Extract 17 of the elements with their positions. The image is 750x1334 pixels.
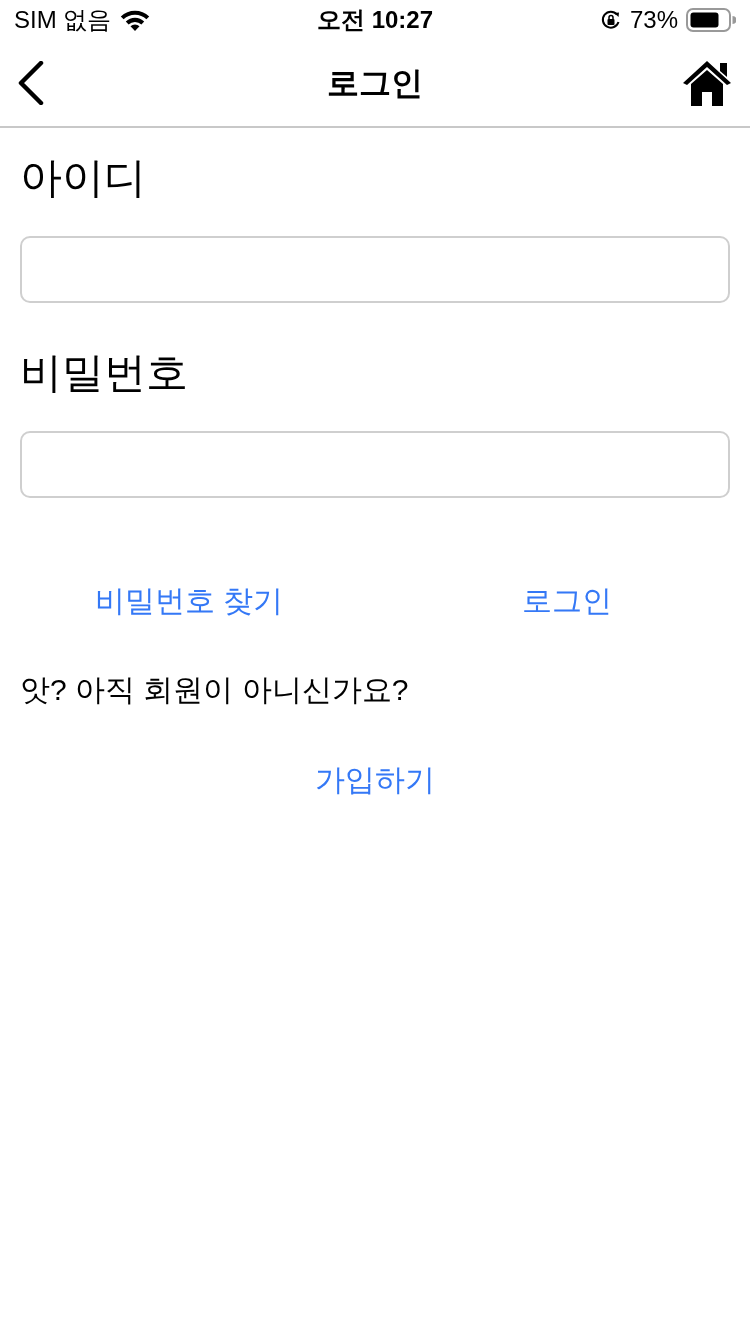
- carrier-label: SIM 없음: [14, 5, 112, 35]
- back-chevron-icon[interactable]: [18, 61, 44, 105]
- rotation-lock-icon: [599, 9, 622, 31]
- wifi-icon: [119, 8, 152, 32]
- battery-percentage: 73%: [629, 5, 678, 35]
- find-password-link[interactable]: 비밀번호 찾기: [95, 577, 284, 623]
- login-button[interactable]: 로그인: [522, 577, 612, 623]
- field-label: 아이디: [20, 153, 147, 203]
- input-field[interactable]: [20, 431, 730, 498]
- home-icon[interactable]: [682, 60, 732, 106]
- input-field[interactable]: [20, 236, 730, 303]
- nav-title: 로그인: [327, 64, 423, 103]
- signup-link[interactable]: 가입하기: [315, 758, 435, 802]
- field-label: 비밀번호: [20, 348, 189, 398]
- clock-time: 오전 10:27: [316, 5, 434, 35]
- signup-prompt: 앗? 아직 회원이 아니신가요?: [20, 672, 410, 708]
- battery-icon: [686, 8, 736, 32]
